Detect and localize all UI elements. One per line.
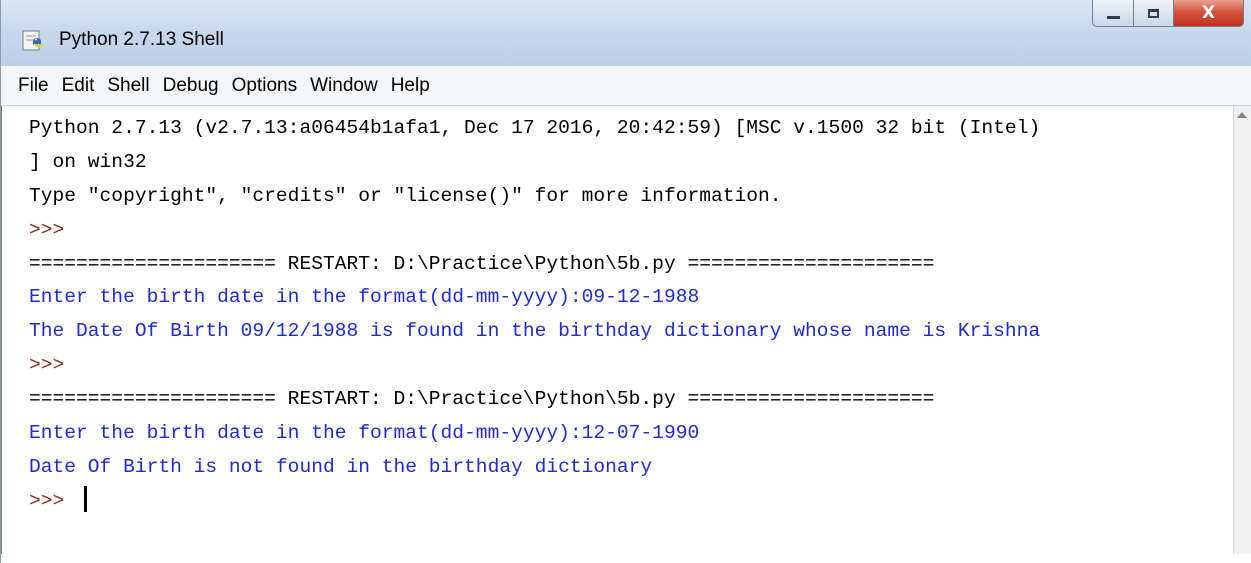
prompt-line: >>> xyxy=(29,218,77,241)
menu-file[interactable]: File xyxy=(18,75,49,97)
shell-text-area[interactable]: Python 2.7.13 (v2.7.13:a06454b1afa1, Dec… xyxy=(1,106,1233,563)
output-line: The Date Of Birth 09/12/1988 is found in… xyxy=(29,320,1041,343)
menu-edit[interactable]: Edit xyxy=(62,75,95,97)
restart-line: ===================== RESTART: D:\Practi… xyxy=(29,252,935,275)
output-line: Enter the birth date in the format(dd-mm… xyxy=(29,286,700,309)
banner-line: Python 2.7.13 (v2.7.13:a06454b1afa1, Dec… xyxy=(29,117,1041,139)
python-idle-icon xyxy=(22,30,43,51)
restart-line: ===================== RESTART: D:\Practi… xyxy=(29,388,935,411)
maximize-icon xyxy=(1148,8,1159,18)
output-line: Date Of Birth is not found in the birthd… xyxy=(29,455,653,478)
menu-debug[interactable]: Debug xyxy=(163,75,219,97)
maximize-button[interactable] xyxy=(1134,0,1174,27)
menu-options[interactable]: Options xyxy=(232,75,297,97)
menu-bar: File Edit Shell Debug Options Window Hel… xyxy=(1,66,1251,106)
banner-line: Type "copyright", "credits" or "license(… xyxy=(29,184,782,207)
output-line: Enter the birth date in the format(dd-mm… xyxy=(29,422,700,445)
window-controls: X xyxy=(1092,0,1244,30)
minimize-icon xyxy=(1106,15,1120,19)
banner-line: ] on win32 xyxy=(29,150,147,173)
idle-shell-window: Python 2.7.13 Shell X File Edit Shell De… xyxy=(0,0,1251,563)
minimize-button[interactable] xyxy=(1092,0,1134,27)
scroll-up-icon[interactable] xyxy=(1237,112,1247,118)
text-cursor xyxy=(84,485,88,512)
window-bottom-edge xyxy=(1,554,1251,563)
title-bar[interactable]: Python 2.7.13 Shell X xyxy=(1,0,1251,66)
vertical-scrollbar[interactable] xyxy=(1233,106,1251,563)
menu-window[interactable]: Window xyxy=(310,75,378,97)
prompt-text: >>> xyxy=(29,489,77,512)
close-icon: X xyxy=(1201,3,1216,23)
menu-shell[interactable]: Shell xyxy=(107,75,149,97)
window-title: Python 2.7.13 Shell xyxy=(59,29,224,50)
menu-help[interactable]: Help xyxy=(391,75,430,97)
prompt-line: >>> xyxy=(29,354,77,377)
active-prompt-line[interactable]: >>> xyxy=(29,485,1233,519)
close-button[interactable]: X xyxy=(1174,0,1244,27)
